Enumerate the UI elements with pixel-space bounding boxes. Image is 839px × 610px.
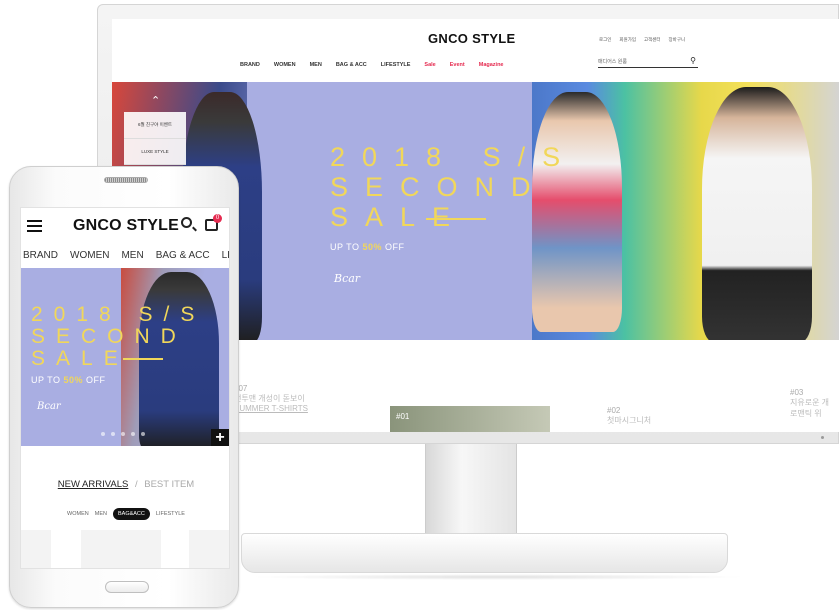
hero-headline: 2018 S/S SECOND SALE [31,304,205,370]
magazine-card[interactable]: #02 첫마시그니처 [607,406,651,426]
cart-link[interactable]: 장바구니 [669,37,686,43]
category-lifestyle[interactable]: LIFESTYLE [156,511,185,517]
category-women[interactable]: WOMEN [67,511,89,517]
nav-bag-acc[interactable]: BAG & ACC [156,250,210,261]
carousel-dots[interactable] [101,432,145,436]
mobile-logo[interactable]: GNCO STYLE [73,217,179,235]
product-thumb[interactable] [81,530,161,568]
hero-side-panel: ⌃ 6월 친구야 이벤트 LUXE STYLE [124,95,186,165]
search-placeholder: 매디어스 원룸 [598,59,627,65]
model-photo [702,87,812,340]
mobile-header: GNCO STYLE 0 [21,208,229,244]
magazine-card[interactable]: #03 지유로운 개 로맨틱 위 [790,388,829,419]
desktop-search-input[interactable]: 매디어스 원룸 ⚲ [598,56,698,68]
login-link[interactable]: 로그인 [599,37,611,43]
category-filters: WOMEN MEN BAG&ACC LIFESTYLE [21,508,229,520]
category-men[interactable]: MEN [95,511,107,517]
plus-icon[interactable]: + [211,429,229,446]
magazine-card[interactable]: #07 맨투맨 개성이 돋보이 SUMMER T-SHIRTS [234,384,308,413]
nav-bag-acc[interactable]: BAG & ACC [336,62,367,68]
nav-men[interactable]: MEN [310,62,322,68]
hero-signature: Bcar [334,272,361,285]
hero-subtitle: UP TO 50% OFF [330,242,405,252]
hero-line-3: SALE [31,347,129,370]
magazine-card-image[interactable]: #01 [390,406,550,432]
search-icon[interactable] [181,217,192,228]
util-links: 로그인 회원가입 고객센터 장바구니 [599,37,685,43]
desktop-header: GNCO STYLE 로그인 회원가입 고객센터 장바구니 매디어스 원룸 ⚲ … [112,19,839,82]
monitor-stand-base [241,533,728,573]
side-item[interactable]: LUXE STYLE [124,139,186,165]
hero-rule [426,218,486,220]
tab-new-arrivals[interactable]: NEW ARRIVALS [58,479,129,490]
hero-line-2: SECOND [330,172,548,202]
cart-count-badge: 0 [213,214,222,223]
hero-line-2: SECOND [31,325,187,348]
hero-line-1: 2018 S/S [31,303,206,326]
home-button[interactable] [105,581,149,593]
search-icon[interactable]: ⚲ [690,56,696,65]
nav-lifestyle[interactable]: LIFESTYLE [222,250,229,261]
customer-center-link[interactable]: 고객센터 [644,37,661,43]
menu-icon[interactable] [27,220,42,232]
monitor-shadow [248,574,748,580]
hero-rule [123,358,163,360]
nav-magazine[interactable]: Magazine [479,62,504,68]
hero-line-1: 2018 S/S [330,142,578,172]
nav-brand[interactable]: BRAND [23,250,58,261]
product-thumb[interactable] [189,530,229,568]
nav-women[interactable]: WOMEN [70,250,109,261]
side-item[interactable]: 6월 친구야 이벤트 [124,112,186,139]
product-list [21,530,229,568]
nav-women[interactable]: WOMEN [274,62,296,68]
signup-link[interactable]: 회원가입 [619,37,636,43]
device-mockup-stage: GNCO STYLE 로그인 회원가입 고객센터 장바구니 매디어스 원룸 ⚲ … [0,0,839,610]
mobile-phone: GNCO STYLE 0 BRAND WOMEN MEN BAG & ACC L… [9,166,239,608]
hero-line-3: SALE [330,202,468,232]
product-thumb[interactable] [21,530,51,568]
mobile-nav: BRAND WOMEN MEN BAG & ACC LIFESTYLE [23,250,229,261]
monitor-stand-neck [425,444,517,534]
hero-subtitle: UP TO 50% OFF [31,375,106,385]
nav-brand[interactable]: BRAND [240,62,260,68]
power-led [821,436,824,439]
mobile-hero-banner[interactable]: 2018 S/S SECOND SALE UP TO 50% OFF Bcar … [21,268,229,446]
hero-signature: Bcar [37,401,61,412]
desktop-logo[interactable]: GNCO STYLE [428,31,516,46]
nav-event[interactable]: Event [450,62,465,68]
product-tabs: NEW ARRIVALS / BEST ITEM [21,479,229,490]
nav-lifestyle[interactable]: LIFESTYLE [381,62,411,68]
nav-sale[interactable]: Sale [424,62,435,68]
tab-separator: / [134,479,138,490]
desktop-nav: BRAND WOMEN MEN BAG & ACC LIFESTYLE Sale… [240,62,504,68]
category-bag-acc[interactable]: BAG&ACC [112,508,150,520]
phone-speaker [104,177,148,183]
mobile-screen: GNCO STYLE 0 BRAND WOMEN MEN BAG & ACC L… [20,207,230,569]
tab-best-item[interactable]: BEST ITEM [144,479,194,490]
chevron-up-icon[interactable]: ⌃ [151,94,160,107]
nav-men[interactable]: MEN [121,250,143,261]
